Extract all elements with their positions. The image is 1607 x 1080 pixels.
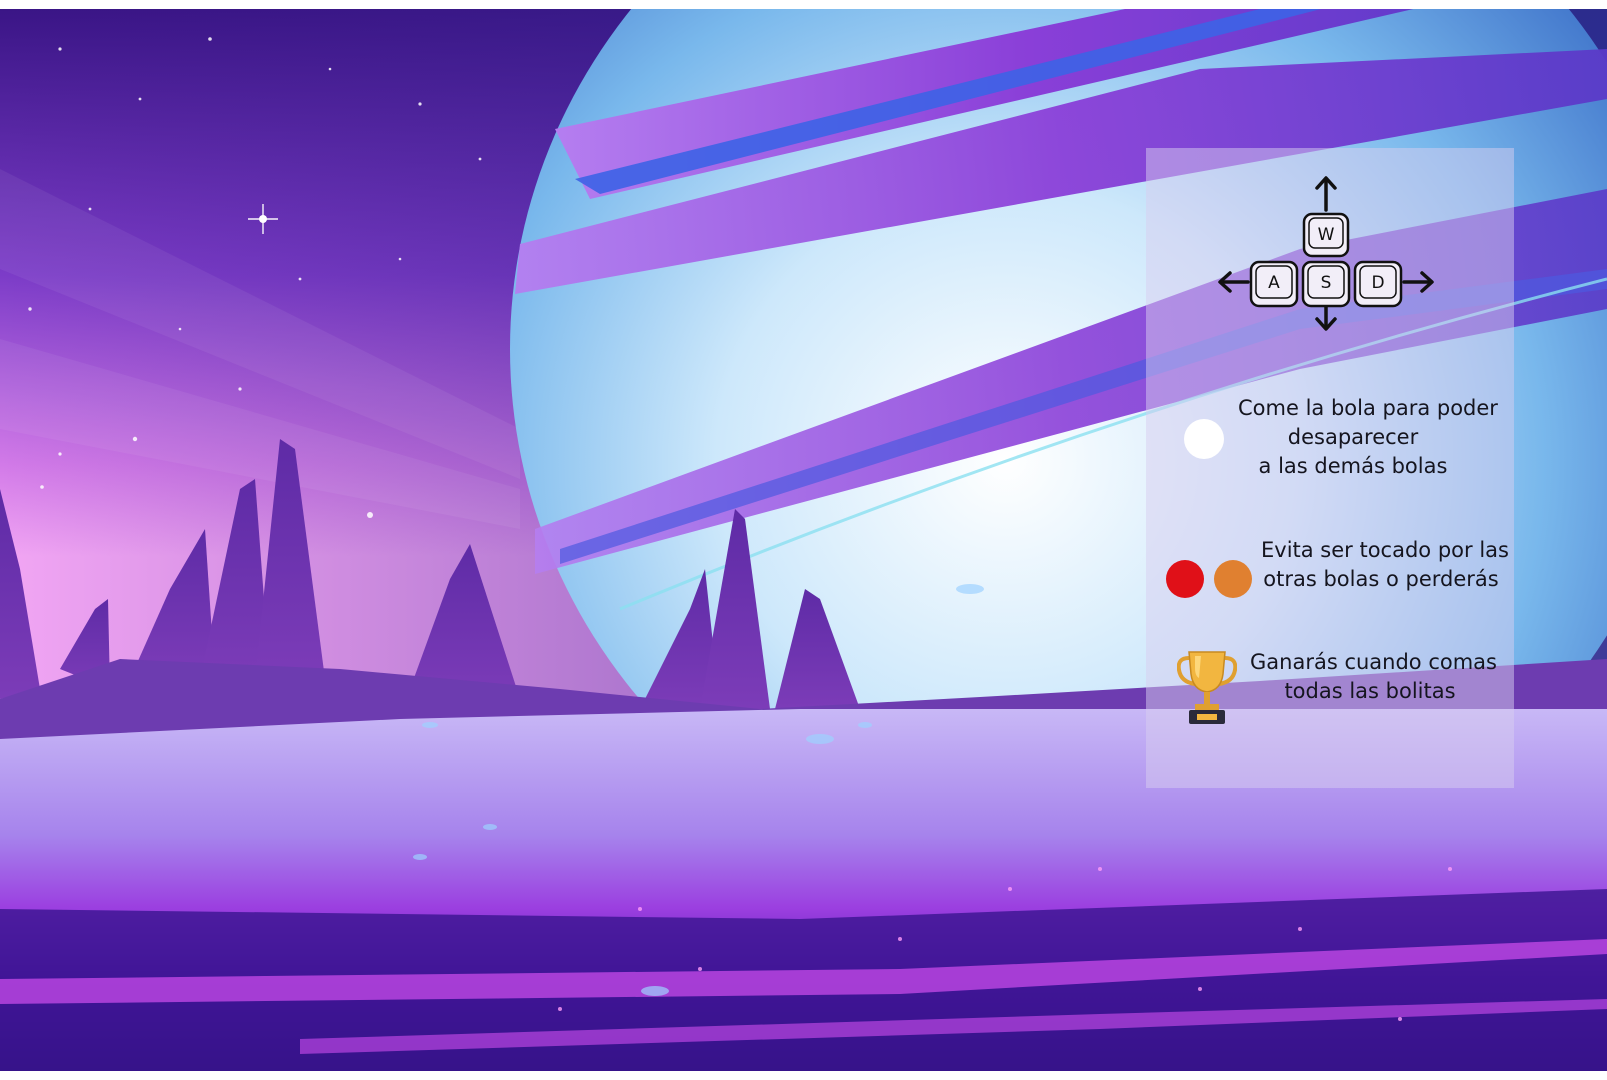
key-w-label: W (1318, 225, 1335, 245)
rule-eat-ball-text: Come la bola para poder desaparecer a la… (1238, 396, 1498, 478)
instructions-panel: W A S D Come la bola para poder desapare… (1146, 148, 1514, 788)
key-a-label: A (1268, 273, 1280, 293)
white-ball-icon (1184, 419, 1224, 459)
trophy-icon (1177, 651, 1237, 724)
key-s-label: S (1321, 273, 1332, 293)
wasd-keys-with-arrows-icon: W A S D (1218, 176, 1434, 331)
red-ball-icon (1166, 560, 1204, 598)
rule-avoid-balls-text: Evita ser tocado por las otras bolas o p… (1261, 538, 1509, 591)
key-d-label: D (1371, 273, 1384, 293)
orange-ball-icon (1214, 560, 1252, 598)
game-background: W A S D Come la bola para poder desapare… (0, 9, 1607, 1071)
rule-win-text: Ganarás cuando comas todas las bolitas (1250, 650, 1497, 703)
